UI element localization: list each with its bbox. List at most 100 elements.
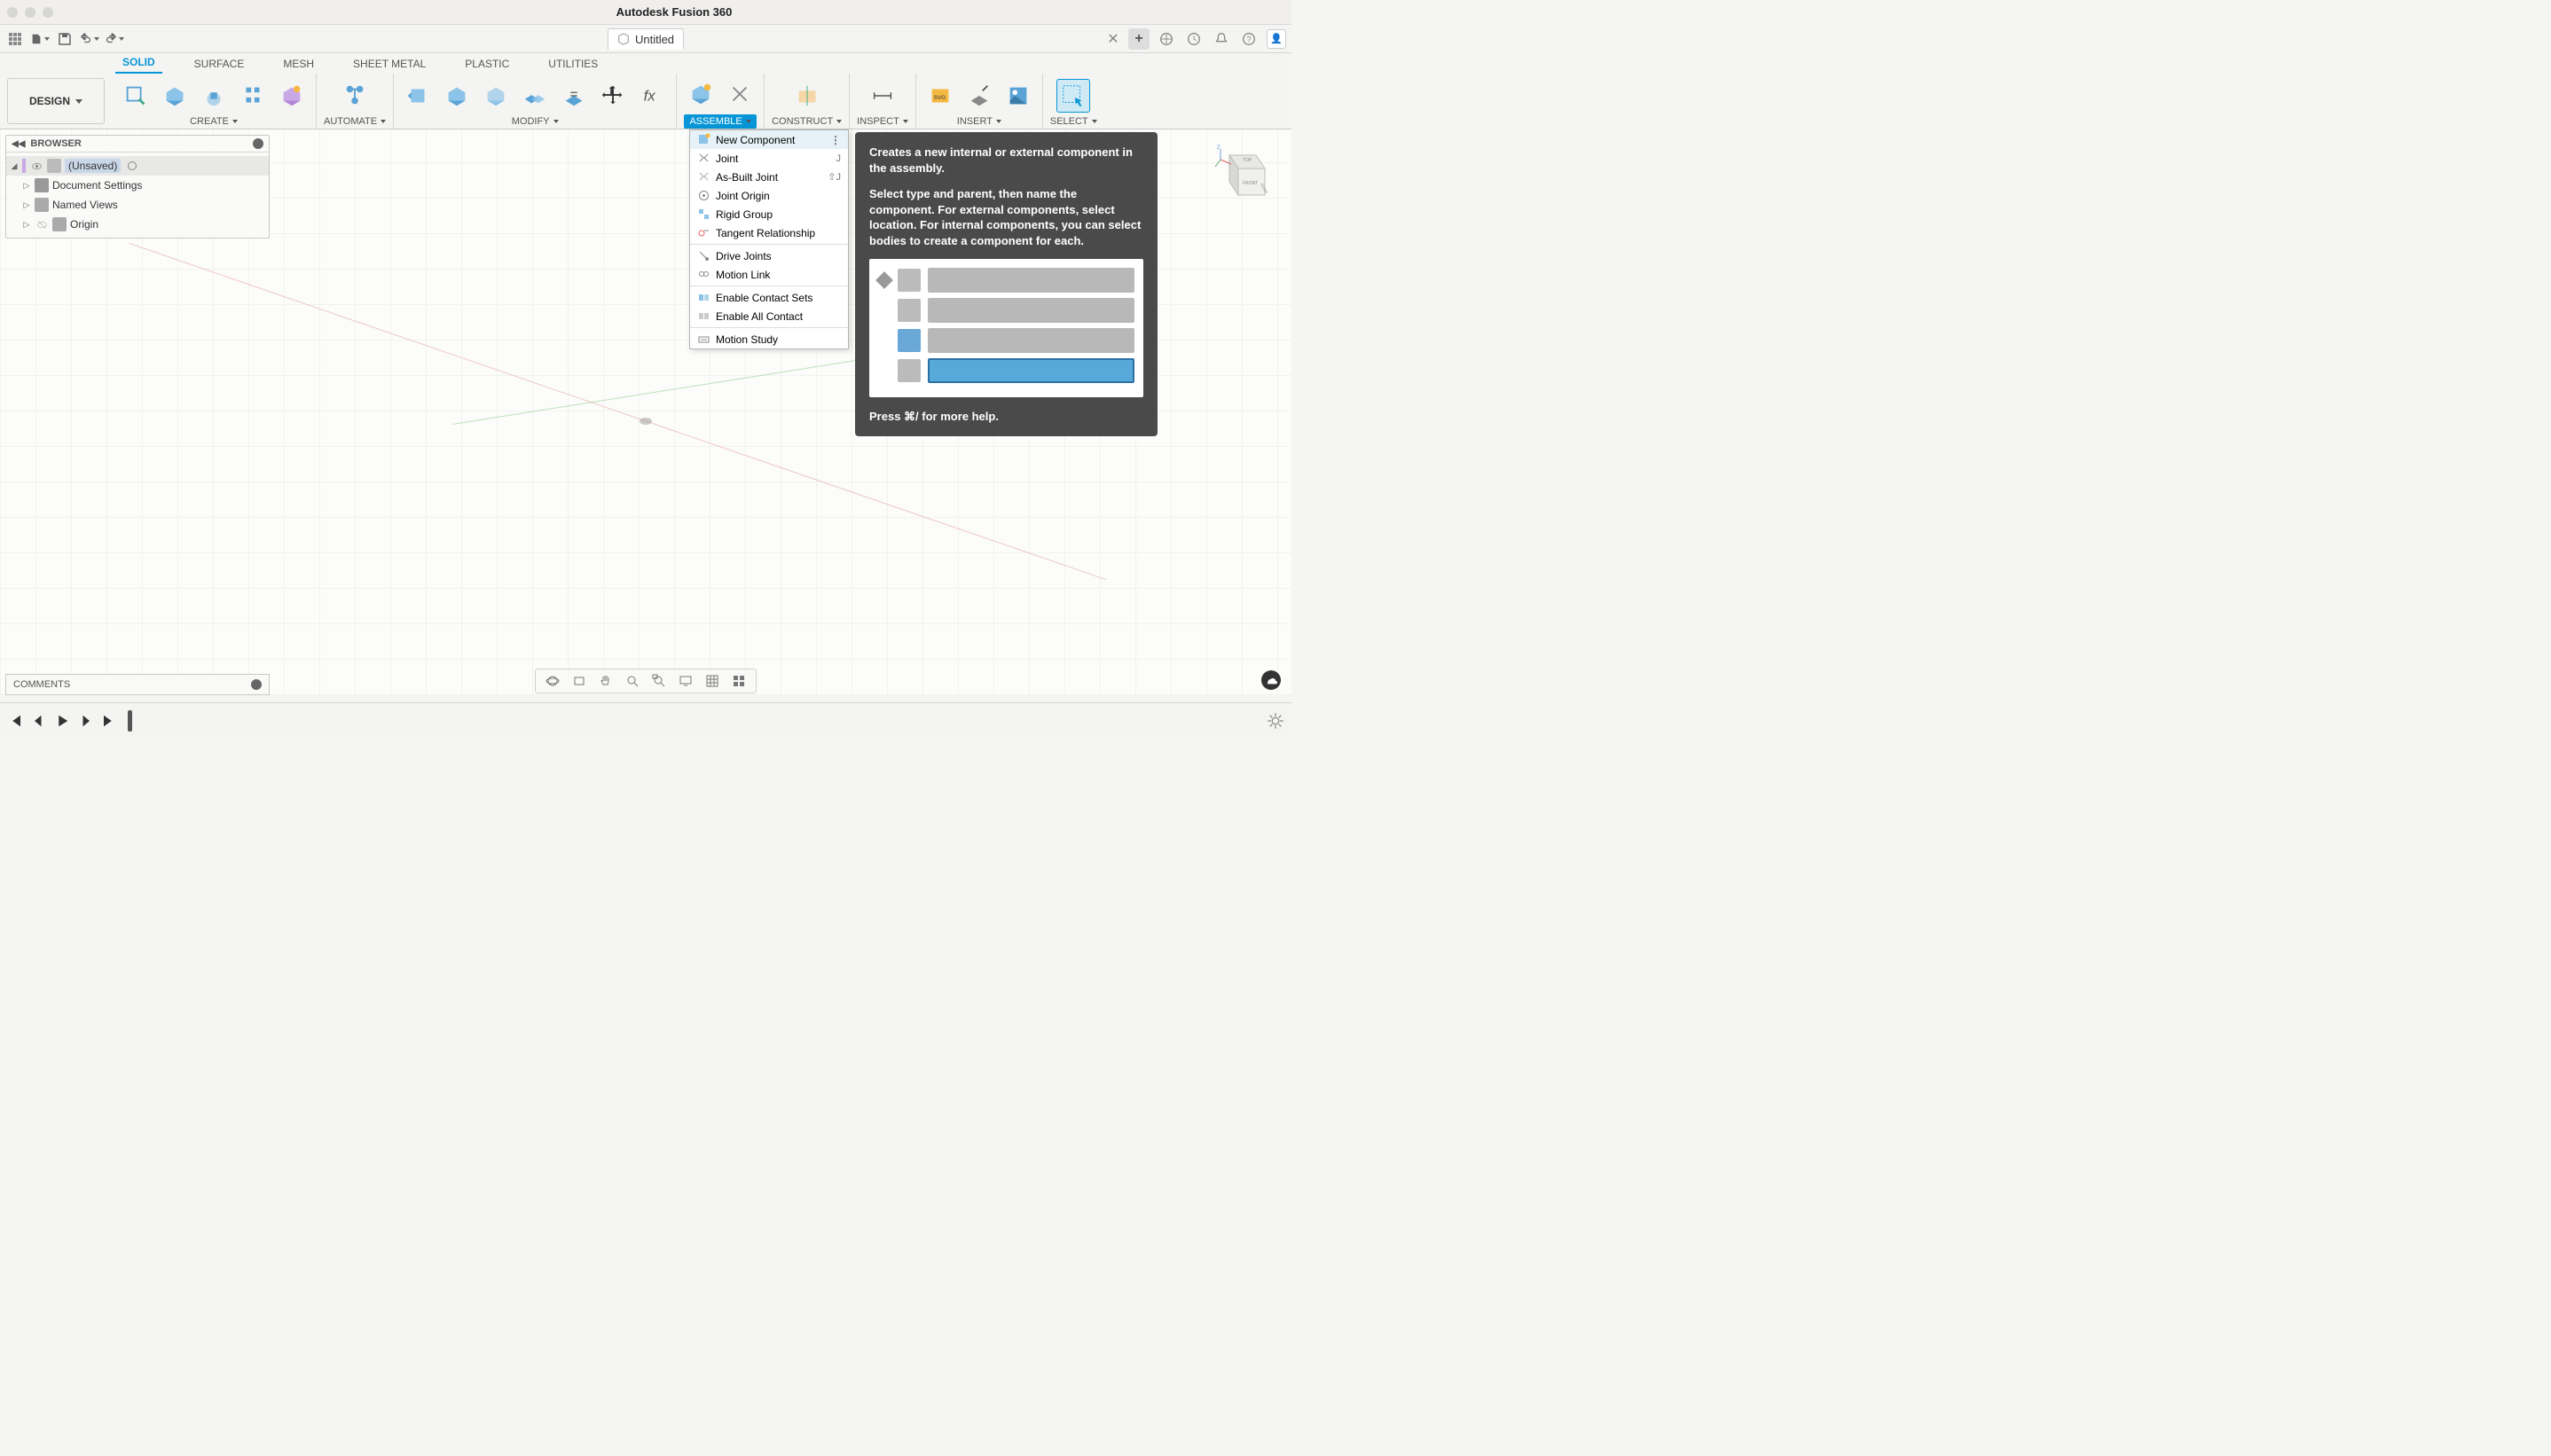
comments-expand-icon[interactable] <box>251 679 262 690</box>
tree-root[interactable]: ◢ (Unsaved) <box>6 156 269 176</box>
joint-icon[interactable] <box>723 77 757 111</box>
measure-icon[interactable] <box>866 79 899 113</box>
modify-group-label[interactable]: MODIFY <box>512 116 559 129</box>
tree-item-document-settings[interactable]: ▷ Document Settings <box>6 176 269 195</box>
file-tab[interactable]: Untitled <box>608 28 684 50</box>
extrude-icon[interactable] <box>197 79 231 113</box>
root-label[interactable]: (Unsaved) <box>65 159 121 173</box>
create-form-icon[interactable] <box>158 79 192 113</box>
notifications-icon[interactable] <box>1212 29 1230 48</box>
orbit-icon[interactable] <box>543 672 562 690</box>
menu-motion-study[interactable]: Motion Study <box>690 330 848 348</box>
expand-icon[interactable]: ◢ <box>10 161 19 171</box>
menu-tangent-relationship[interactable]: Tangent Relationship <box>690 223 848 242</box>
grid-settings-icon[interactable] <box>703 672 722 690</box>
tab-utilities[interactable]: UTILITIES <box>541 54 605 74</box>
timeline-step-forward-icon[interactable] <box>76 712 94 730</box>
user-avatar[interactable]: 👤 <box>1267 29 1286 49</box>
zoom-window-icon[interactable] <box>649 672 669 690</box>
file-menu-icon[interactable] <box>30 29 50 49</box>
tree-item-named-views[interactable]: ▷ Named Views <box>6 195 269 215</box>
view-cube[interactable]: TOP FRONT RIGHT Z <box>1212 142 1274 204</box>
look-at-icon[interactable] <box>569 672 589 690</box>
redo-icon[interactable] <box>105 29 124 49</box>
new-component-icon[interactable] <box>684 77 718 111</box>
tab-surface[interactable]: SURFACE <box>187 54 252 74</box>
expand-icon[interactable]: ▷ <box>22 181 31 191</box>
menu-new-component[interactable]: New Component ⋮ <box>690 130 848 149</box>
assemble-group-label[interactable]: ASSEMBLE <box>684 114 756 129</box>
close-tab-icon[interactable]: ✕ <box>1105 31 1121 47</box>
press-pull-icon[interactable] <box>401 79 435 113</box>
undo-icon[interactable] <box>80 29 99 49</box>
timeline-play-icon[interactable] <box>53 712 71 730</box>
help-icon[interactable]: ? <box>1239 29 1258 48</box>
comments-panel[interactable]: COMMENTS <box>5 674 270 695</box>
window-controls[interactable] <box>7 7 53 18</box>
menu-as-built-joint[interactable]: As-Built Joint ⇧J <box>690 168 848 186</box>
tab-solid[interactable]: SOLID <box>115 52 162 74</box>
close-window[interactable] <box>7 7 18 18</box>
activate-radio[interactable] <box>128 161 137 170</box>
menu-rigid-group[interactable]: Rigid Group <box>690 205 848 223</box>
revolve-icon[interactable] <box>236 79 270 113</box>
menu-motion-link[interactable]: Motion Link <box>690 265 848 284</box>
insert-svg-icon[interactable]: SVG <box>923 79 957 113</box>
expand-icon[interactable]: ▷ <box>22 200 31 210</box>
menu-joint-origin[interactable]: Joint Origin <box>690 186 848 205</box>
combine-icon[interactable] <box>518 79 552 113</box>
pan-icon[interactable] <box>596 672 616 690</box>
menu-drive-joints[interactable]: Drive Joints <box>690 247 848 265</box>
timeline-step-back-icon[interactable] <box>30 712 48 730</box>
save-icon[interactable] <box>55 29 75 49</box>
visibility-icon[interactable] <box>35 217 49 231</box>
emboss-icon[interactable] <box>275 79 309 113</box>
inspect-group-label[interactable]: INSPECT <box>857 116 908 129</box>
select-icon[interactable] <box>1056 79 1090 113</box>
collapse-arrow-icon[interactable]: ◀◀ <box>12 139 25 149</box>
job-status-icon[interactable] <box>1184 29 1203 48</box>
parameters-icon[interactable]: fx <box>635 79 669 113</box>
tree-item-origin[interactable]: ▷ Origin <box>6 215 269 234</box>
display-settings-icon[interactable] <box>676 672 695 690</box>
construct-plane-icon[interactable] <box>790 79 824 113</box>
insert-canvas-icon[interactable] <box>1001 79 1035 113</box>
workspace-switcher[interactable]: DESIGN <box>7 78 105 124</box>
zoom-icon[interactable] <box>623 672 642 690</box>
shell-icon[interactable] <box>479 79 513 113</box>
data-panel-icon[interactable] <box>5 29 25 49</box>
maximize-window[interactable] <box>43 7 53 18</box>
menu-enable-contact-sets[interactable]: Enable Contact Sets <box>690 288 848 307</box>
automate-icon[interactable] <box>338 79 372 113</box>
automate-group-label[interactable]: AUTOMATE <box>324 116 386 129</box>
align-icon[interactable] <box>557 79 591 113</box>
menu-more-icon[interactable]: ⋮ <box>830 134 841 146</box>
minimize-window[interactable] <box>25 7 35 18</box>
create-sketch-icon[interactable] <box>119 79 153 113</box>
viewport-icon[interactable] <box>729 672 749 690</box>
timeline-start-icon[interactable] <box>7 712 25 730</box>
fillet-icon[interactable] <box>440 79 474 113</box>
visibility-icon[interactable] <box>29 159 43 173</box>
create-group-label[interactable]: CREATE <box>190 116 238 129</box>
new-tab-button[interactable]: + <box>1128 28 1150 50</box>
browser-options-icon[interactable] <box>253 138 263 149</box>
browser-header[interactable]: ◀◀ BROWSER <box>6 136 269 153</box>
menu-joint[interactable]: Joint J <box>690 149 848 168</box>
tab-plastic[interactable]: PLASTIC <box>458 54 516 74</box>
timeline-settings-icon[interactable] <box>1267 712 1284 730</box>
construct-group-label[interactable]: CONSTRUCT <box>772 116 842 129</box>
tab-sheet-metal[interactable]: SHEET METAL <box>346 54 433 74</box>
extensions-icon[interactable] <box>1157 29 1175 48</box>
insert-group-label[interactable]: INSERT <box>957 116 1001 129</box>
expand-icon[interactable]: ▷ <box>22 220 31 230</box>
select-group-label[interactable]: SELECT <box>1050 116 1097 129</box>
timeline-marker[interactable] <box>128 710 132 732</box>
insert-derive-icon[interactable] <box>962 79 996 113</box>
move-icon[interactable] <box>596 79 630 113</box>
menu-enable-all-contact[interactable]: Enable All Contact <box>690 307 848 325</box>
svg-text:fx: fx <box>644 88 656 105</box>
timeline-end-icon[interactable] <box>99 712 117 730</box>
offline-status-icon[interactable] <box>1261 670 1281 690</box>
tab-mesh[interactable]: MESH <box>276 54 321 74</box>
